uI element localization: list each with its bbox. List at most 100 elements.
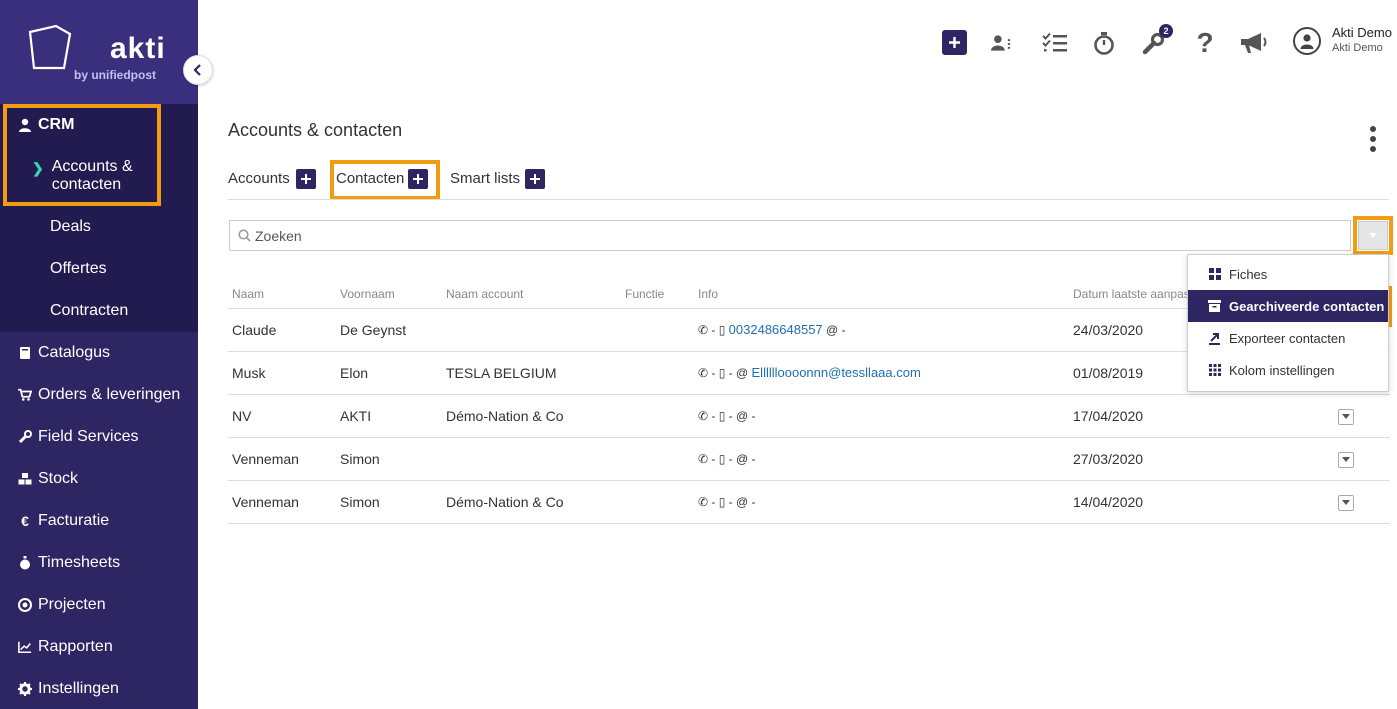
sidebar-item-label: Field Services	[38, 428, 139, 445]
menu-item-gearchiveerde-contacten[interactable]: Gearchiveerde contacten	[1188, 290, 1388, 322]
info-text: - ▯ - @ -	[711, 495, 756, 509]
add-contact-button[interactable]	[408, 169, 428, 189]
cell-naam[interactable]: Claude	[228, 308, 336, 352]
column-header-naam[interactable]: Naam	[228, 280, 336, 309]
megaphone-icon	[1241, 33, 1267, 53]
user-name[interactable]: Akti Demo	[1332, 25, 1392, 40]
column-header-naam-account[interactable]: Naam account	[442, 280, 621, 309]
cell-functie	[621, 437, 694, 481]
sidebar-item-orders[interactable]: Orders & leveringen	[0, 374, 198, 416]
akti-logo-icon	[28, 24, 72, 70]
sidebar-item-rapporten[interactable]: Rapporten	[0, 626, 198, 668]
help-button[interactable]: ?	[1192, 29, 1218, 57]
add-account-button[interactable]	[296, 169, 316, 189]
cell-datum: 27/03/2020	[1069, 437, 1324, 481]
menu-item-kolom-instellingen[interactable]: Kolom instellingen	[1188, 354, 1388, 386]
archive-icon	[1208, 300, 1221, 313]
info-text: - ▯ - @ -	[711, 452, 756, 466]
sidebar-item-offertes[interactable]: Offertes	[50, 260, 107, 278]
sidebar-item-label: contacten	[51, 176, 122, 193]
sidebar-item-instellingen[interactable]: Instellingen	[0, 668, 198, 709]
chevron-right-icon: ❯	[32, 160, 44, 176]
table-row[interactable]: Venneman Simon Démo-Nation & Co ✆ - ▯ - @ -…	[228, 480, 1390, 524]
cell-naam-account[interactable]: TESLA BELGIUM	[442, 351, 621, 395]
caret-down-icon	[1342, 500, 1350, 506]
cell-functie	[621, 351, 694, 395]
plus-icon	[949, 37, 960, 48]
columns-icon	[1208, 364, 1221, 377]
sidebar-item-timesheets[interactable]: Timesheets	[0, 542, 198, 584]
contacts-list-icon	[991, 35, 1011, 51]
row-actions-dropdown[interactable]	[1338, 451, 1354, 468]
euro-icon: €	[21, 513, 29, 529]
row-actions-dropdown[interactable]	[1338, 408, 1354, 425]
sidebar-item-projecten[interactable]: Projecten	[0, 584, 198, 626]
menu-item-label: Gearchiveerde contacten	[1229, 298, 1385, 314]
sidebar-item-field-services[interactable]: Field Services	[0, 416, 198, 458]
cell-voornaam: Simon	[336, 480, 442, 524]
wrench-icon	[18, 429, 32, 445]
cell-naam-account[interactable]	[442, 308, 621, 352]
sidebar-item-catalogus[interactable]: Catalogus	[0, 332, 198, 374]
email-link[interactable]: Elllllloooonnn@tessllaaa.com	[752, 365, 921, 380]
search-input[interactable]	[255, 227, 1335, 244]
sidebar-item-contracten[interactable]: Contracten	[50, 302, 128, 320]
cell-naam-account[interactable]	[442, 437, 621, 481]
sidebar-item-facturatie[interactable]: € Facturatie	[0, 500, 198, 542]
column-header-functie[interactable]: Functie	[621, 280, 694, 309]
cell-naam[interactable]: Musk	[228, 351, 336, 395]
sidebar-item-crm[interactable]: CRM	[18, 116, 74, 134]
cell-voornaam: Elon	[336, 351, 442, 395]
cell-naam-account[interactable]: Démo-Nation & Co	[442, 394, 621, 438]
sidebar-item-label: Instellingen	[38, 680, 119, 697]
sidebar-item-accounts-contacten[interactable]: ❯ Accounts & contacten	[32, 158, 133, 194]
sidebar-item-label: Facturatie	[38, 512, 110, 529]
phone-link[interactable]: 0032486648557	[729, 322, 823, 337]
brand-sub: by unifiedpost	[74, 68, 156, 82]
add-smart-list-button[interactable]	[525, 169, 545, 189]
stopwatch-button[interactable]	[1091, 30, 1117, 56]
list-options-dropdown-button[interactable]	[1358, 221, 1388, 250]
book-icon	[18, 345, 32, 361]
quick-add-button[interactable]	[942, 30, 967, 55]
cell-naam[interactable]: Venneman	[228, 480, 336, 524]
collapse-sidebar-button[interactable]	[183, 55, 213, 85]
grid-icon	[1208, 268, 1221, 281]
cell-naam[interactable]: Venneman	[228, 437, 336, 481]
notification-badge: 2	[1159, 24, 1173, 38]
target-icon	[18, 597, 32, 613]
cell-actions	[1324, 394, 1390, 438]
contacts-list-button[interactable]	[991, 30, 1017, 56]
column-header-info[interactable]: Info	[694, 280, 1069, 309]
sidebar-item-label: Orders & leveringen	[38, 386, 181, 403]
menu-item-fiches[interactable]: Fiches	[1188, 258, 1388, 290]
app-root: akti by unifiedpost CRM ❯ Accounts & con…	[0, 0, 1397, 709]
sidebar-item-deals[interactable]: Deals	[50, 218, 91, 236]
search-field[interactable]	[229, 220, 1351, 251]
tools-button[interactable]: 2	[1141, 24, 1173, 56]
caret-down-icon	[1342, 457, 1350, 463]
row-actions-dropdown[interactable]	[1338, 494, 1354, 511]
table-row[interactable]: NV AKTI Démo-Nation & Co ✆ - ▯ - @ -17/04/2…	[228, 394, 1390, 438]
sidebar-item-label: Projecten	[38, 596, 106, 613]
announcements-button[interactable]	[1238, 30, 1270, 56]
cell-info: ✆ - ▯ - @ Elllllloooonnn@tessllaaa.com	[694, 351, 1069, 395]
tasks-button[interactable]	[1042, 30, 1068, 56]
cell-naam[interactable]: NV	[228, 394, 336, 438]
column-header-voornaam[interactable]: Voornaam	[336, 280, 442, 309]
user-company: Akti Demo	[1332, 42, 1383, 54]
sidebar-item-stock[interactable]: Stock	[0, 458, 198, 500]
sidebar-item-label: Catalogus	[38, 344, 111, 361]
menu-item-exporteer-contacten[interactable]: Exporteer contacten	[1188, 322, 1388, 354]
tab-smart-lists[interactable]: Smart lists	[450, 170, 520, 187]
menu-item-label: Kolom instellingen	[1229, 362, 1335, 378]
chart-line-icon	[18, 639, 32, 655]
tab-accounts[interactable]: Accounts	[228, 170, 290, 187]
table-row[interactable]: Venneman Simon ✆ - ▯ - @ -27/03/2020	[228, 437, 1390, 481]
tab-contacten[interactable]: Contacten	[336, 170, 404, 187]
cell-naam-account[interactable]: Démo-Nation & Co	[442, 480, 621, 524]
cell-datum: 14/04/2020	[1069, 480, 1324, 524]
cell-info: ✆ - ▯ 0032486648557 @ -	[694, 308, 1069, 352]
more-options-button[interactable]	[1366, 126, 1380, 152]
avatar[interactable]	[1293, 27, 1321, 55]
